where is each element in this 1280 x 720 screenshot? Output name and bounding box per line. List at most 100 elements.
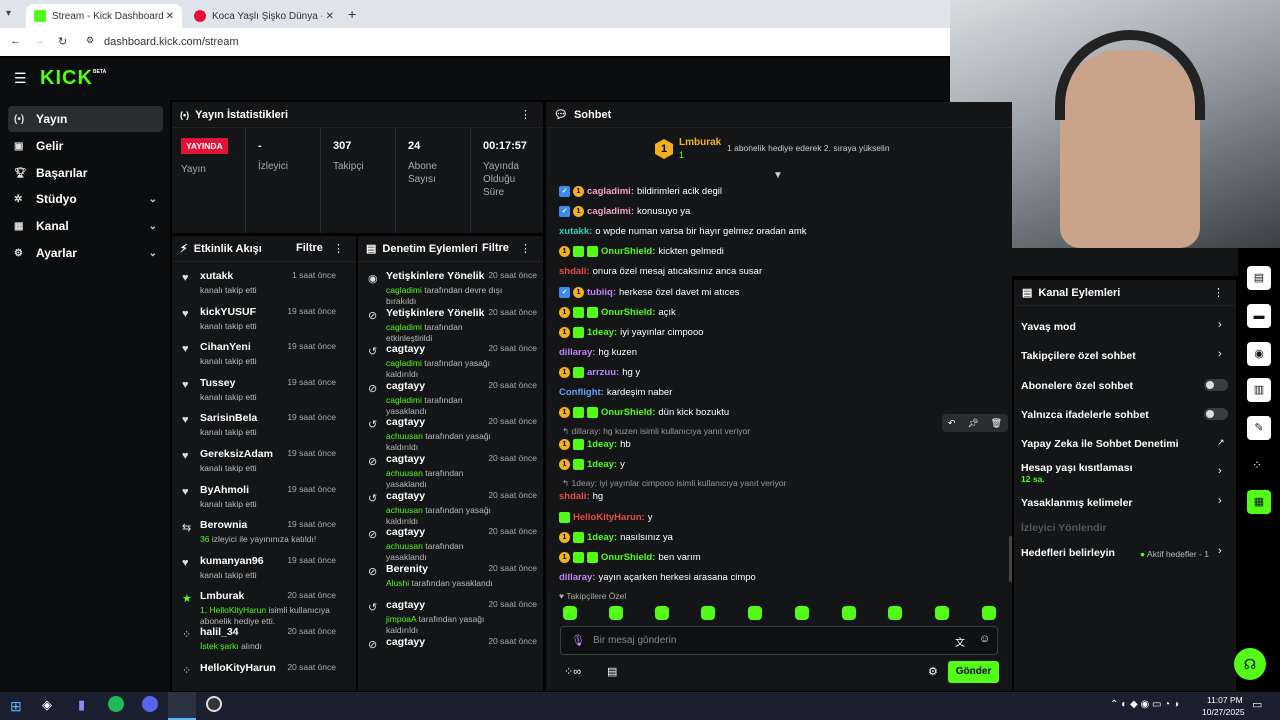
- back-icon[interactable]: ←: [10, 35, 21, 47]
- activity-user[interactable]: GereksizAdam: [200, 448, 273, 460]
- chat-username[interactable]: OnurShield:: [601, 552, 655, 563]
- support-button[interactable]: ☊: [1234, 648, 1266, 680]
- chat-input[interactable]: 🎙︎ Bir mesaj gönderin 文 ☺: [560, 626, 998, 655]
- close-icon[interactable]: ✕: [166, 11, 174, 22]
- moderator-name[interactable]: cagladimi: [386, 395, 422, 405]
- wrench-icon[interactable]: ✎: [1247, 416, 1271, 440]
- dots-icon[interactable]: ⁘: [1252, 458, 1262, 472]
- emote-8[interactable]: [888, 606, 902, 620]
- microphone-icon[interactable]: 🎙︎: [571, 634, 585, 647]
- account-age-item[interactable]: Hesap yaşı kısıtlaması: [1021, 462, 1133, 474]
- tab-youtube[interactable]: Koca Yaşlı Şişko Dünya - Yo ✕: [186, 4, 342, 28]
- moderator-name[interactable]: cagladimi: [386, 285, 422, 295]
- emote-9[interactable]: [935, 606, 949, 620]
- chat-username[interactable]: OnurShield:: [601, 307, 655, 318]
- more-icon[interactable]: ⋮: [520, 108, 531, 121]
- moderator-name[interactable]: achuusan: [386, 541, 423, 551]
- chat-scrollbar[interactable]: [1009, 536, 1012, 582]
- sidebar-item-gelir[interactable]: ▣ Gelir: [8, 133, 163, 159]
- banned-words-item[interactable]: Yasaklanmış kelimeler: [1021, 497, 1133, 509]
- chat-username[interactable]: 1deay:: [587, 459, 617, 470]
- chat-username[interactable]: HelloKityHarun:: [573, 512, 645, 523]
- moderation-target[interactable]: cagtayy: [386, 416, 425, 428]
- close-icon[interactable]: ✕: [326, 11, 334, 22]
- activity-user[interactable]: xutakk: [200, 270, 233, 282]
- chat-username[interactable]: cagladimi:: [587, 186, 634, 197]
- chrome-icon[interactable]: [168, 692, 196, 720]
- activity-user[interactable]: Tussey: [200, 377, 235, 389]
- windows-start-icon[interactable]: ⊞: [10, 698, 22, 715]
- translate-icon[interactable]: 文: [955, 634, 965, 649]
- activity-user[interactable]: kickYUSUF: [200, 306, 256, 318]
- chat-username[interactable]: shdali:: [559, 491, 590, 502]
- sidebar-item-ayarlar[interactable]: ⚙ Ayarlar ⌄: [8, 240, 163, 266]
- moderation-target[interactable]: Yetişkinlere Yönelik: [386, 307, 484, 319]
- moderator-name[interactable]: cagladimi: [386, 358, 422, 368]
- moderation-target[interactable]: cagtayy: [386, 453, 425, 465]
- moderation-target[interactable]: cagtayy: [386, 526, 425, 538]
- moderator-name[interactable]: achuusan: [386, 505, 423, 515]
- moderator-name[interactable]: achuusan: [386, 431, 423, 441]
- emotes-only-toggle[interactable]: [1204, 408, 1228, 420]
- moderation-target[interactable]: cagtayy: [386, 490, 425, 502]
- moderation-target[interactable]: Berenity: [386, 563, 428, 575]
- scroll-down-icon[interactable]: ▼: [773, 170, 783, 181]
- more-icon[interactable]: ⋮: [333, 242, 344, 255]
- layout-icon[interactable]: ▥: [1247, 378, 1271, 402]
- activity-user[interactable]: ByAhmoli: [200, 484, 249, 496]
- activity-user[interactable]: Berownia: [200, 519, 247, 531]
- notes-icon[interactable]: ▤: [1247, 266, 1271, 290]
- store-icon[interactable]: ▤: [607, 665, 617, 678]
- moderator-name[interactable]: cagladimi: [386, 322, 422, 332]
- activity-user[interactable]: HelloKityHarun: [200, 662, 276, 674]
- chat-username[interactable]: tubiiq:: [587, 287, 616, 298]
- pin-icon[interactable]: 📌︎: [967, 418, 978, 429]
- activity-user[interactable]: halil_34: [200, 626, 239, 638]
- emote-1[interactable]: [563, 606, 577, 620]
- moderator-name[interactable]: jimpoaA: [386, 614, 416, 624]
- tab-list-chevron-icon[interactable]: ▾: [6, 8, 11, 19]
- chat-username[interactable]: xutakk:: [559, 226, 592, 237]
- sidebar-item-basarilar[interactable]: 🏆︎ Başarılar: [8, 160, 163, 186]
- activity-user[interactable]: CihanYeni: [200, 341, 251, 353]
- ai-moderation-item[interactable]: Yapay Zeka ile Sohbet Denetimi: [1021, 438, 1179, 450]
- notification-icon[interactable]: ▭: [1252, 698, 1262, 711]
- chat-username[interactable]: arrzuu:: [587, 367, 619, 378]
- moderation-target[interactable]: cagtayy: [386, 636, 425, 648]
- moderation-target[interactable]: cagtayy: [386, 343, 425, 355]
- sidebar-item-yayin[interactable]: (•) Yayın: [8, 106, 163, 132]
- activity-user[interactable]: kumanyan96: [200, 555, 264, 567]
- chat-bubble-icon[interactable]: ▬: [1247, 304, 1271, 328]
- moderation-target[interactable]: cagtayy: [386, 599, 425, 611]
- emote-2[interactable]: [609, 606, 623, 620]
- sidebar-item-studyo[interactable]: ✲ Stüdyo ⌄: [8, 186, 163, 212]
- chat-username[interactable]: 1deay:: [587, 532, 617, 543]
- clapper-icon[interactable]: ▦: [1247, 490, 1271, 514]
- emote-10[interactable]: [982, 606, 996, 620]
- tab-kick-dashboard[interactable]: Stream - Kick Dashboard ✕: [26, 4, 182, 28]
- activity-user[interactable]: Lmburak: [200, 590, 244, 602]
- trash-icon[interactable]: 🗑︎: [991, 418, 1002, 429]
- emote-5[interactable]: [748, 606, 762, 620]
- new-tab-button[interactable]: +: [348, 6, 356, 22]
- chat-username[interactable]: 1deay:: [587, 439, 617, 450]
- chat-settings-icon[interactable]: ⚙: [928, 665, 938, 678]
- emoji-icon[interactable]: ☺: [979, 633, 990, 645]
- points-icon[interactable]: ⁘∞: [564, 665, 581, 678]
- moderator-name[interactable]: Alushi: [386, 578, 409, 588]
- emote-3[interactable]: [655, 606, 669, 620]
- chat-username[interactable]: 1deay:: [587, 327, 617, 338]
- menu-icon[interactable]: ☰: [14, 70, 27, 87]
- chat-username[interactable]: OnurShield:: [601, 407, 655, 418]
- slow-mode-item[interactable]: Yavaş mod: [1021, 321, 1076, 333]
- activity-user[interactable]: SarisinBela: [200, 412, 257, 424]
- subscribers-only-toggle[interactable]: [1204, 379, 1228, 391]
- emote-7[interactable]: [842, 606, 856, 620]
- kick-logo[interactable]: KICK: [40, 67, 93, 90]
- send-button[interactable]: Gönder: [948, 661, 999, 683]
- tray-icons[interactable]: ⌃ ◐ ◆ ◉ ▭ ◔ ◑: [1110, 699, 1179, 710]
- forward-icon[interactable]: →: [34, 35, 45, 47]
- filter-button[interactable]: Filtre: [482, 242, 509, 254]
- moderation-target[interactable]: cagtayy: [386, 380, 425, 392]
- url-field[interactable]: dashboard.kick.com/stream: [104, 36, 239, 48]
